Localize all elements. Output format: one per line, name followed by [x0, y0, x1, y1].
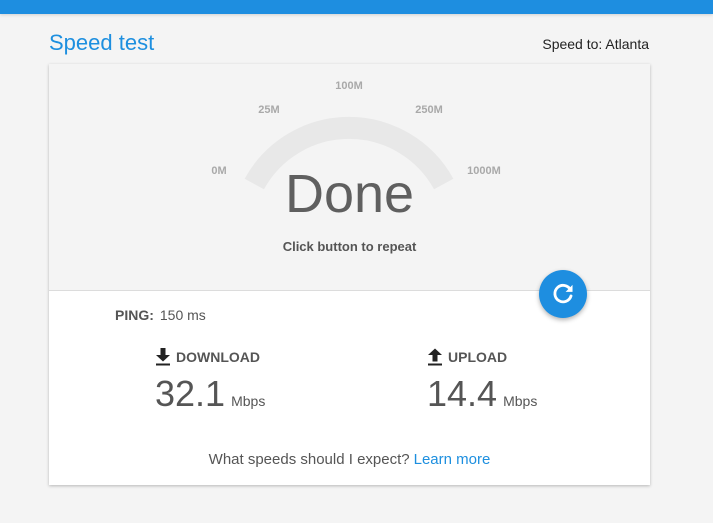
test-status: Done: [284, 164, 415, 224]
upload-result: UPLOAD 14.4 Mbps: [427, 348, 537, 414]
page-title: Speed test: [49, 30, 155, 55]
upload-value: 14.4: [427, 373, 498, 414]
gauge-tick-250m: 250M: [415, 104, 443, 116]
upload-icon: [428, 348, 442, 366]
upload-label: UPLOAD: [448, 349, 508, 365]
ping-row: PING: 150 ms: [115, 306, 206, 324]
refresh-icon: [553, 283, 573, 304]
download-result: DOWNLOAD 32.1 Mbps: [155, 348, 265, 414]
download-icon: [156, 348, 170, 366]
gauge-tick-25m: 25M: [258, 104, 280, 116]
speed-test-card: 0M 25M 100M 250M 1000M Done Click button…: [49, 64, 650, 485]
ping-value: 150 ms: [159, 307, 206, 323]
speed-question: What speeds should I expect?: [208, 451, 410, 468]
download-value: 32.1: [155, 373, 226, 414]
repeat-test-button[interactable]: [539, 270, 587, 318]
upload-unit: Mbps: [503, 393, 538, 409]
ping-label: PING:: [115, 307, 154, 323]
repeat-hint: Click button to repeat: [282, 239, 417, 254]
top-app-bar: [0, 0, 713, 14]
speed-to-server: Speed to: Atlanta: [542, 36, 649, 52]
gauge-tick-100m: 100M: [335, 80, 363, 92]
download-label: DOWNLOAD: [176, 349, 260, 365]
gauge-panel: 0M 25M 100M 250M 1000M Done Click button…: [49, 64, 650, 291]
speed-expectation-row: What speeds should I expect? Learn more: [49, 451, 650, 469]
download-unit: Mbps: [231, 393, 266, 409]
learn-more-link[interactable]: Learn more: [414, 451, 491, 468]
